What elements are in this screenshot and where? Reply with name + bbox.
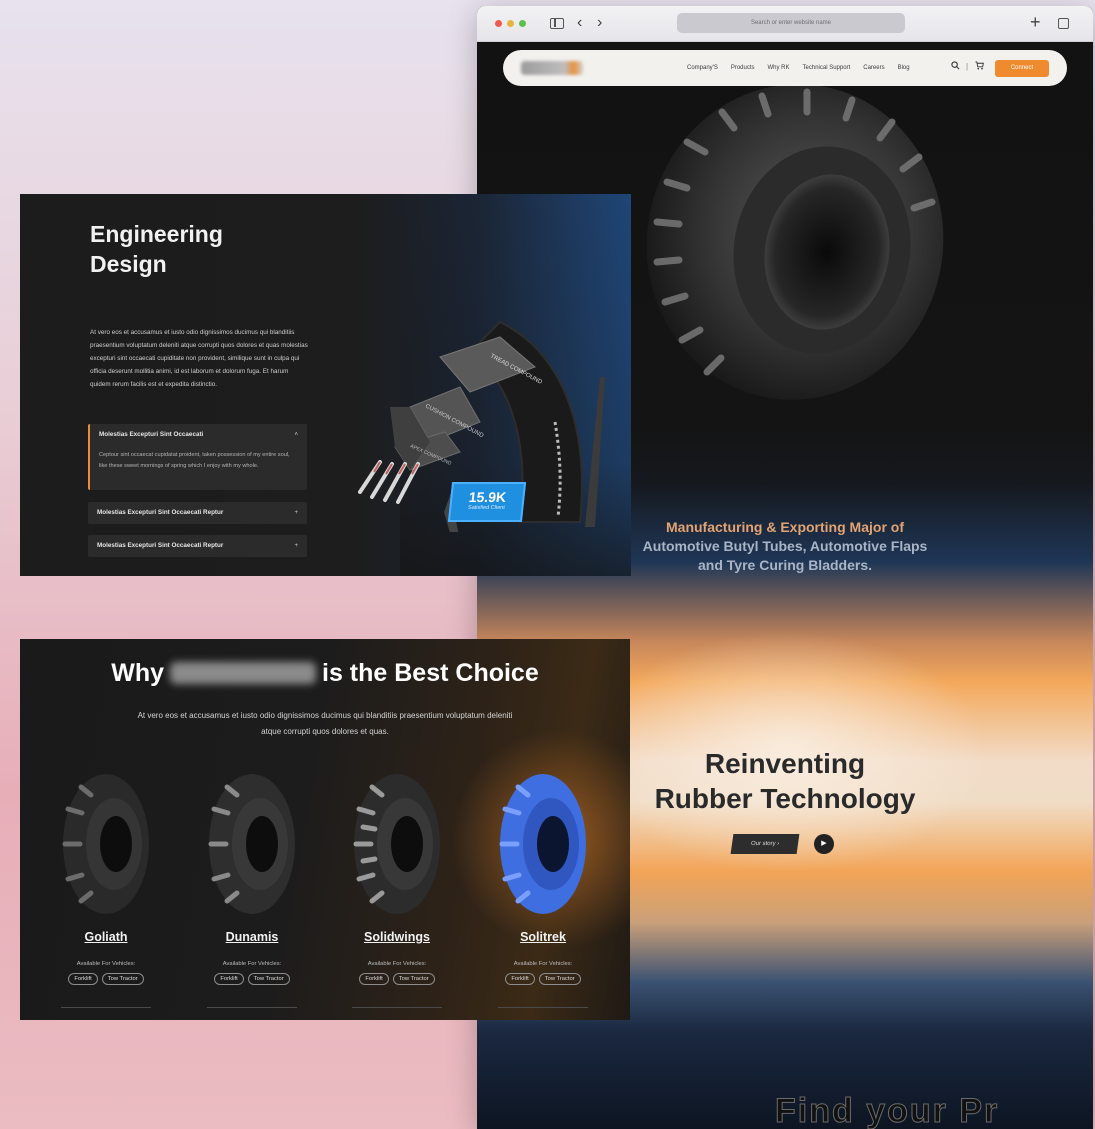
company-logo[interactable] — [521, 61, 583, 75]
vehicle-chip-forklift[interactable]: Forklift — [214, 973, 244, 985]
product-divider — [352, 1007, 442, 1008]
chevron-up-icon[interactable]: ˄ — [294, 424, 298, 446]
accordion-title: Molestias Excepturi Sint Occaecati Reptu… — [97, 542, 224, 549]
tyre-image — [208, 774, 295, 914]
tyre-image — [499, 774, 586, 914]
close-window-button[interactable] — [495, 20, 502, 27]
nav-link-why[interactable]: Why RK — [768, 65, 790, 71]
sidebar-toggle-icon[interactable] — [550, 18, 564, 29]
accordion-item[interactable]: Molestias Excepturi Sint Occaecati Reptu… — [88, 502, 307, 524]
accordion-title: Molestias Excepturi Sint Occaecati — [99, 431, 204, 438]
product-divider — [498, 1007, 588, 1008]
vehicle-chip-tow-tractor[interactable]: Tow Tractor — [247, 973, 290, 985]
find-your-heading: Find your Pr — [774, 1092, 1000, 1129]
nav-link-products[interactable]: Products — [731, 65, 755, 71]
tyre-image — [353, 774, 440, 914]
address-bar[interactable]: Search or enter website name — [677, 13, 905, 33]
tab-overview-icon[interactable] — [1058, 18, 1069, 29]
accordion-title: Molestias Excepturi Sint Occaecati Reptu… — [97, 509, 224, 516]
stat-label: Satisfied Client — [467, 505, 506, 511]
browser-toolbar: ‹ › Search or enter website name + — [477, 6, 1093, 42]
product-card-solitrek[interactable]: Solitrek Available For Vehicles: Forklif… — [483, 769, 603, 985]
hero-subtitle-line-3: and Tyre Curing Bladders. — [698, 557, 872, 573]
product-divider — [207, 1007, 297, 1008]
vehicle-chip-forklift[interactable]: Forklift — [505, 973, 535, 985]
hero-headline: Reinventing Rubber Technology — [577, 746, 993, 816]
engineering-design-section: Engineering Design At vero eos et accusa… — [20, 194, 631, 576]
hero-subtitle: Manufacturing & Exporting Major of Autom… — [577, 518, 993, 575]
accordion-text: Ceptour sint occaecat cupidatat proident… — [99, 452, 290, 469]
plus-icon[interactable]: + — [294, 535, 298, 557]
product-name[interactable]: Dunamis — [192, 930, 312, 944]
why-subtitle: At vero eos et accusamus et iusto odio d… — [137, 711, 513, 736]
hero-subtitle-line-1: Manufacturing & Exporting Major of — [666, 519, 904, 535]
new-tab-icon[interactable]: + — [1030, 13, 1041, 31]
why-choose-section: Why is the Best Choice At vero eos et acc… — [20, 639, 630, 1020]
site-navbar: Company'S Products Why RK Technical Supp… — [503, 50, 1067, 86]
connect-button[interactable]: Connect — [995, 60, 1049, 77]
product-divider — [61, 1007, 151, 1008]
plus-icon[interactable]: + — [294, 502, 298, 524]
back-arrow-icon[interactable]: ‹ — [577, 15, 582, 31]
nav-link-careers[interactable]: Careers — [863, 65, 884, 71]
search-icon[interactable] — [951, 61, 960, 70]
vehicle-chip-tow-tractor[interactable]: Tow Tractor — [392, 973, 435, 985]
product-name[interactable]: Solitrek — [483, 930, 603, 944]
satisfied-clients-badge: 15.9K Satisfied Client — [447, 482, 527, 522]
product-card-dunamis[interactable]: Dunamis Available For Vehicles: Forklift… — [192, 769, 312, 985]
engineering-body: At vero eos et accusamus et iusto odio d… — [90, 329, 308, 388]
cart-icon[interactable] — [975, 61, 984, 70]
nav-link-technical-support[interactable]: Technical Support — [803, 65, 851, 71]
forward-arrow-icon[interactable]: › — [597, 15, 602, 31]
available-label: Available For Vehicles: — [513, 961, 573, 967]
zoom-window-button[interactable] — [519, 20, 526, 27]
tyre-image — [62, 774, 149, 914]
accordion-item-open[interactable]: Molestias Excepturi Sint Occaecati ˄ Cep… — [88, 424, 307, 490]
product-card-goliath[interactable]: Goliath Available For Vehicles: Forklift… — [46, 769, 166, 985]
nav-links: Company'S Products Why RK Technical Supp… — [687, 50, 910, 86]
vehicle-chip-forklift[interactable]: Forklift — [68, 973, 98, 985]
hero-tyre-image — [646, 84, 944, 400]
accordion-item[interactable]: Molestias Excepturi Sint Occaecati Reptu… — [88, 535, 307, 557]
hero-headline-line-1: Reinventing — [704, 748, 866, 779]
minimize-window-button[interactable] — [507, 20, 514, 27]
vehicle-chip-tow-tractor[interactable]: Tow Tractor — [101, 973, 144, 985]
available-label: Available For Vehicles: — [222, 961, 282, 967]
nav-divider: | — [966, 62, 969, 71]
product-name[interactable]: Solidwings — [337, 930, 457, 944]
nav-link-blog[interactable]: Blog — [898, 65, 910, 71]
engineering-title: Engineering Design — [90, 221, 223, 277]
blurred-brand-name — [170, 662, 317, 684]
product-name[interactable]: Goliath — [46, 930, 166, 944]
vehicle-chip-tow-tractor[interactable]: Tow Tractor — [538, 973, 581, 985]
available-label: Available For Vehicles: — [76, 961, 136, 967]
why-title-start: Why — [111, 659, 165, 687]
play-icon[interactable]: ▶ — [814, 834, 834, 854]
why-title: Why is the Best Choice — [20, 659, 630, 688]
hero-subtitle-line-2: Automotive Butyl Tubes, Automotive Flaps — [642, 538, 928, 554]
available-label: Available For Vehicles: — [367, 961, 427, 967]
vehicle-chip-forklift[interactable]: Forklift — [359, 973, 389, 985]
stat-value: 15.9K — [467, 489, 508, 505]
product-card-solidwings[interactable]: Solidwings Available For Vehicles: Forkl… — [337, 769, 457, 985]
why-title-end: is the Best Choice — [322, 659, 539, 687]
our-story-button[interactable]: Our story › — [730, 834, 800, 854]
nav-link-company[interactable]: Company'S — [687, 65, 718, 71]
hero-headline-line-2: Rubber Technology — [654, 783, 916, 814]
